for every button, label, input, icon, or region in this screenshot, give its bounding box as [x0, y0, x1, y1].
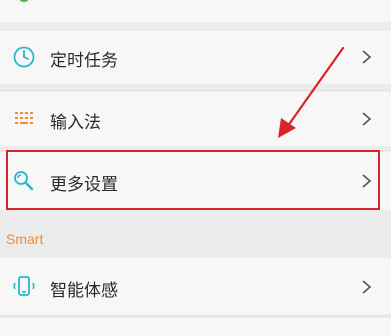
settings-screen: 定时任务 输入法 更多设置 Smart 智能体感 [0, 0, 391, 336]
settings-row-input-method[interactable]: 输入法 [0, 92, 391, 146]
chevron-right-icon [361, 111, 373, 127]
settings-row-label: 输入法 [50, 113, 101, 133]
divider [0, 150, 391, 151]
settings-row-smart-gesture[interactable]: 智能体感 [0, 258, 391, 314]
settings-row-partial-bottom[interactable] [0, 318, 391, 336]
settings-row-partial[interactable] [0, 0, 391, 22]
settings-row-label: 定时任务 [50, 51, 118, 71]
chevron-right-icon [361, 279, 373, 295]
settings-row-timer[interactable]: 定时任务 [0, 30, 391, 84]
settings-row-more-settings[interactable]: 更多设置 [0, 152, 391, 210]
settings-row-label: 智能体感 [50, 281, 118, 301]
keyboard-icon [12, 107, 36, 131]
section-header-smart: Smart [0, 222, 391, 256]
wrench-icon [12, 169, 36, 193]
section-title: Smart [6, 231, 44, 247]
divider [0, 90, 391, 91]
chevron-right-icon [361, 49, 373, 65]
divider [0, 316, 391, 317]
clock-icon [12, 45, 36, 69]
settings-row-label: 更多设置 [50, 175, 118, 195]
green-icon [12, 0, 36, 14]
phone-gesture-icon [12, 274, 36, 298]
chevron-right-icon [361, 173, 373, 189]
